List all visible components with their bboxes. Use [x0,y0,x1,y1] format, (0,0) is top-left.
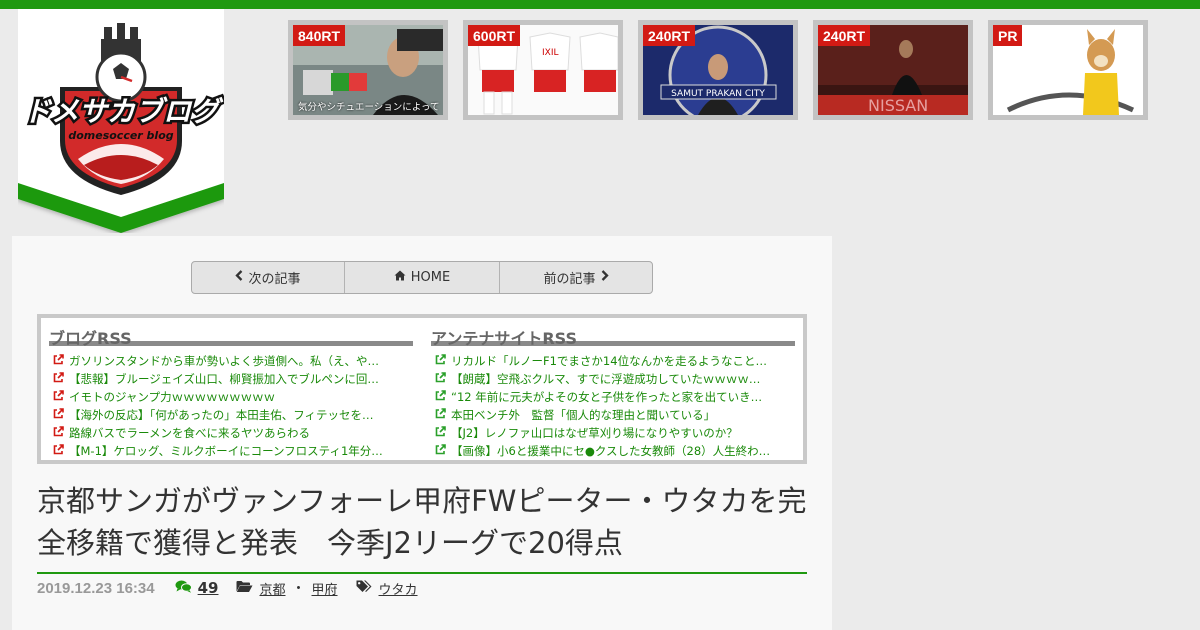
external-link-icon [53,354,64,368]
article-pager: 次の記事 HOME 前の記事 [191,261,653,294]
rss-box: ブログRSS ガソリンスタンドから車が勢いよく歩道側へ。私（え、や… 【悲報】ブ… [37,314,807,464]
thumb-item[interactable]: PR [988,20,1148,120]
external-link-icon [435,372,446,386]
next-article-button[interactable]: 次の記事 [192,262,345,293]
logo-text: ドメサカブログ [23,95,224,128]
rss-item[interactable]: 【J2】レノファ山口はなぜ草刈り場になりやすいのか？ [435,424,795,442]
external-link-icon [435,408,446,422]
home-label: HOME [410,270,451,285]
prev-article-button[interactable]: 前の記事 [500,262,652,293]
rss-item[interactable]: リカルド「ルノーF1でまさか14位なんかを走るようなこと… [435,352,795,370]
rss-item[interactable]: 【海外の反応】「何があったの」本田圭佑、フィテッセを… [53,406,413,424]
top-accent-bar [0,0,1200,9]
svg-text:NISSAN: NISSAN [868,96,928,115]
svg-text:SAMUT PRAKAN CITY: SAMUT PRAKAN CITY [671,89,765,99]
rt-badge: 240RT [818,25,871,46]
category-link-kyoto[interactable]: 京都 [259,579,285,598]
prev-article-label: 前の記事 [543,272,596,287]
site-logo[interactable]: ドメサカブログ domesoccer blog [18,9,224,233]
external-link-icon [53,426,64,440]
external-link-icon [53,372,64,386]
categories: 京都 ・ 甲府 [236,578,338,598]
post-date: 2019.12.23 16:34 [37,579,155,597]
comments-icon [175,580,192,597]
rt-badge: 600RT [468,25,521,46]
rss-item[interactable]: 本田ベンチ外 監督「個人的な理由と聞いている」 [435,406,795,424]
rss-item[interactable]: 【M-1】ケロッグ、ミルクボーイにコーンフロスティ1年分… [53,442,413,460]
antenna-rss-column: アンテナサイトRSS リカルド「ルノーF1でまさか14位なんかを走るようなこと…… [431,318,795,460]
rss-item[interactable]: 路線バスでラーメンを食べに来るヤツあらわる [53,424,413,442]
logo-subtext: domesoccer blog [68,129,173,142]
next-article-label: 次の記事 [248,272,301,287]
comment-count-link[interactable]: 49 [175,579,219,597]
rss-item[interactable]: ガソリンスタンドから車が勢いよく歩道側へ。私（え、や… [53,352,413,370]
external-link-icon [53,444,64,458]
thumb-caption: 気分やシチュエーションによって [298,102,440,113]
article-title: 京都サンガがヴァンフォーレ甲府FWピーター・ウタカを完全移籍で獲得と発表 今季J… [37,480,807,574]
tags: ウタカ [356,579,418,598]
chevron-left-icon [235,270,243,285]
thumb-item[interactable]: 840RT 気分やシチュエーションによって [288,20,448,120]
rt-badge: 840RT [293,25,346,46]
thumb-item[interactable]: NISSAN 240RT [813,20,973,120]
external-link-icon [435,390,446,404]
blog-rss-heading: ブログRSS [49,318,413,348]
folder-open-icon [236,580,253,597]
antenna-rss-heading: アンテナサイトRSS [431,318,795,348]
tags-icon [356,580,373,597]
svg-text:IXIL: IXIL [542,48,559,58]
rss-item[interactable]: 【悲報】ブルージェイズ山口、柳賢振加入でブルペンに回… [53,370,413,388]
external-link-icon [435,444,446,458]
category-separator: ・ [291,581,306,597]
chevron-right-icon [601,270,609,285]
rt-badge: 240RT [643,25,696,46]
home-icon [394,270,406,285]
comment-count: 49 [197,579,219,597]
blog-rss-column: ブログRSS ガソリンスタンドから車が勢いよく歩道側へ。私（え、や… 【悲報】ブ… [49,318,413,460]
rss-item[interactable]: イモトのジャンプ力ｗｗｗｗｗｗｗｗｗ [53,388,413,406]
external-link-icon [435,426,446,440]
thumb-item[interactable]: SAMUT PRAKAN CITY 240RT [638,20,798,120]
tag-link[interactable]: ウタカ [379,579,418,598]
main-content: 次の記事 HOME 前の記事 ブログRSS ガソリンスタンドから車が勢いよく歩道… [12,236,832,630]
category-link-kofu[interactable]: 甲府 [312,579,338,598]
external-link-icon [53,408,64,422]
article-meta: 2019.12.23 16:34 49 京都 ・ 甲府 ウタカ [37,578,418,598]
external-link-icon [435,354,446,368]
rss-item[interactable]: 【画像】小6と援業中にセ●クスした女教師（28）人生終わ… [435,442,795,460]
external-link-icon [53,390,64,404]
home-button[interactable]: HOME [345,262,500,293]
rss-item[interactable]: 【朗蔵】空飛ぶクルマ、すでに浮遊成功していたｗｗｗｗ… [435,370,795,388]
thumb-item[interactable]: IXIL 600RT [463,20,623,120]
pr-badge: PR [993,25,1023,46]
rss-item[interactable]: “12 年前に元夫がよその女と子供を作ったと家を出ていき… [435,388,795,406]
